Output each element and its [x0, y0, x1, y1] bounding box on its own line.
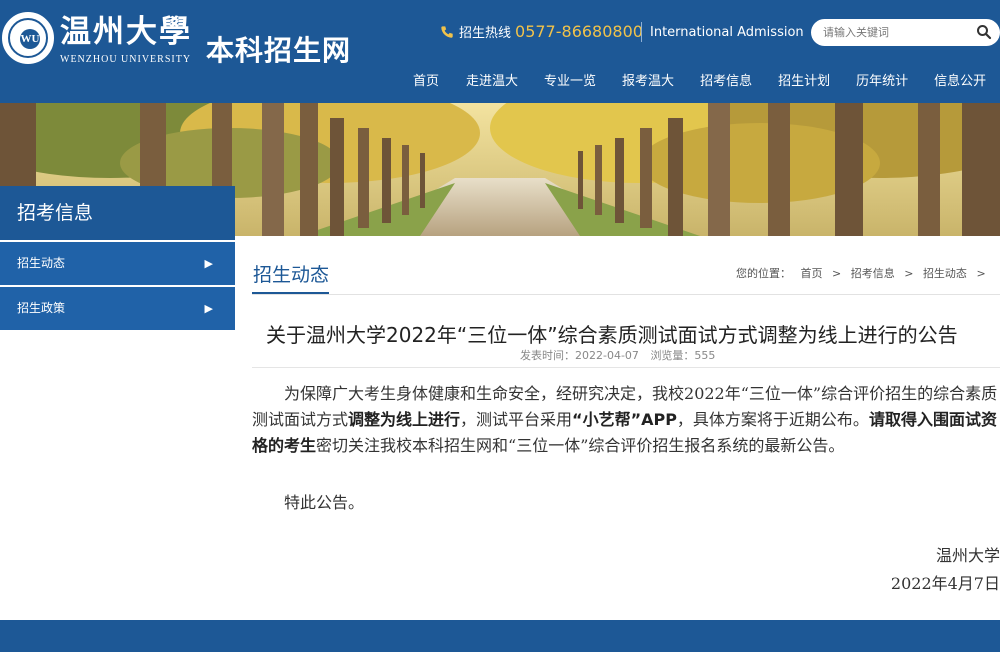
- nav-item-apply[interactable]: 报考温大: [622, 70, 674, 89]
- section-title: 招生动态: [253, 264, 330, 286]
- chevron-right-icon: ▶: [204, 257, 213, 270]
- header-divider: [641, 22, 642, 42]
- university-name-cn[interactable]: 温州大學: [60, 14, 192, 50]
- international-admission-link[interactable]: International Admission: [650, 25, 804, 40]
- site-name[interactable]: 本科招生网: [206, 29, 351, 69]
- section-divider: [252, 294, 1000, 295]
- sidebar-title: 招考信息: [0, 186, 235, 240]
- article-paragraph-1: 为保障广大考生身体健康和生命安全，经研究决定，我校2022年“三位一体”综合评价…: [252, 384, 998, 455]
- chevron-right-icon: ▶: [204, 302, 213, 315]
- main-nav: 首页 走进温大 专业一览 报考温大 招考信息 招生计划 历年统计 信息公开: [400, 70, 986, 89]
- university-seal-logo[interactable]: WU: [2, 12, 54, 64]
- breadcrumb-sep: >: [904, 267, 914, 280]
- hotline-label: 招生热线: [459, 26, 512, 41]
- hotline-number: 0577-86680800: [515, 22, 643, 41]
- sidebar-item-admission-policy[interactable]: 招生政策 ▶: [0, 287, 235, 330]
- nav-item-home[interactable]: 首页: [413, 70, 439, 89]
- site-header: WU 温州大學 WENZHOU UNIVERSITY 本科招生网 招生热线 05…: [0, 0, 1000, 103]
- article-meta: 发表时间：2022-04-07 浏览量：555: [520, 347, 723, 363]
- breadcrumb-label: 您的位置：: [736, 267, 791, 280]
- nav-item-majors[interactable]: 专业一览: [544, 70, 596, 89]
- article-title: 关于温州大学2022年“三位一体”综合素质测试面试方式调整为线上进行的公告: [266, 323, 958, 347]
- nav-item-statistics[interactable]: 历年统计: [856, 70, 908, 89]
- view-count: 浏览量：555: [650, 349, 716, 362]
- hotline: 招生热线 0577-86680800: [440, 22, 643, 41]
- nav-item-about[interactable]: 走进温大: [466, 70, 518, 89]
- nav-item-enrollment-plan[interactable]: 招生计划: [778, 70, 830, 89]
- seal-letters: WU: [20, 29, 40, 49]
- article-date: 2022年4月7日: [890, 574, 1000, 593]
- breadcrumb-admission-news[interactable]: 招生动态: [923, 267, 967, 280]
- sidebar-item-label: 招生政策: [17, 301, 66, 315]
- nav-item-admission-info[interactable]: 招考信息: [700, 70, 752, 89]
- breadcrumb-home[interactable]: 首页: [801, 267, 823, 280]
- breadcrumb-admission-info[interactable]: 招考信息: [851, 267, 895, 280]
- breadcrumb: 您的位置： 首页 > 招考信息 > 招生动态 >: [736, 265, 992, 281]
- sidebar-item-admission-news[interactable]: 招生动态 ▶: [0, 242, 235, 285]
- article-signature: 温州大学: [935, 546, 1000, 565]
- breadcrumb-sep: >: [832, 267, 842, 280]
- search-input[interactable]: [823, 24, 973, 41]
- phone-icon: [441, 25, 453, 38]
- publish-date: 发表时间：2022-04-07: [520, 349, 639, 362]
- search-box: [811, 19, 1000, 46]
- university-name-en: WENZHOU UNIVERSITY: [60, 54, 192, 65]
- sidebar-item-label: 招生动态: [17, 256, 66, 270]
- breadcrumb-sep: >: [976, 267, 986, 280]
- site-footer: [0, 620, 1000, 652]
- article-paragraph-2: 特此公告。: [284, 493, 365, 512]
- search-icon[interactable]: [976, 24, 992, 40]
- article-divider: [252, 367, 1000, 368]
- nav-item-disclosure[interactable]: 信息公开: [934, 70, 986, 89]
